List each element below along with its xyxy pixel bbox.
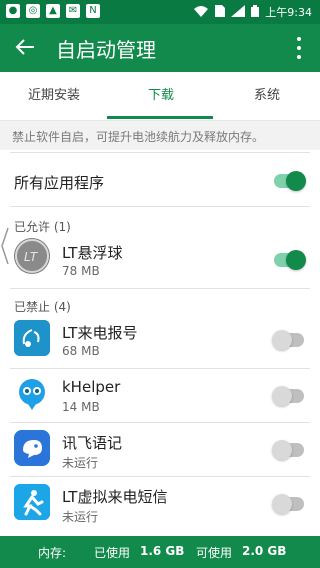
svg-text:LT: LT — [24, 250, 39, 264]
lt-float-ball-icon: LT — [14, 238, 50, 274]
overflow-menu-icon[interactable] — [296, 37, 302, 59]
divider — [10, 206, 310, 207]
divider — [10, 368, 310, 369]
app-autostart-toggle[interactable] — [272, 494, 304, 514]
all-apps-toggle[interactable] — [274, 171, 306, 191]
lt-virtual-call-icon — [14, 484, 50, 520]
tab-system[interactable]: 系统 — [254, 72, 280, 120]
memory-status-bar: 内存: 已使用 1.6 GB 可使用 2.0 GB — [0, 536, 320, 568]
sim-icon — [215, 4, 226, 20]
status-left-icons: ● ◎ ▲ ✉ N — [6, 4, 100, 18]
wifi-icon — [193, 5, 209, 20]
all-apps-label: 所有应用程序 — [14, 174, 105, 192]
app-autostart-toggle[interactable] — [274, 250, 306, 270]
iflytek-notes-icon — [14, 430, 50, 466]
app-name: LT来电报号 — [62, 324, 138, 342]
status-time: 上午9:34 — [265, 6, 312, 19]
app-name: LT悬浮球 — [62, 244, 123, 262]
app-size: 78 MB — [62, 264, 100, 278]
khelper-icon — [14, 376, 50, 412]
used-value: 1.6 GB — [140, 544, 185, 558]
available-value: 2.0 GB — [242, 544, 287, 558]
hint-text: 禁止软件自启，可提升电池续航力及释放内存。 — [12, 130, 265, 144]
tab-bar: 近期安装 下载 系统 — [0, 72, 320, 121]
tab-recent-installs[interactable]: 近期安装 — [28, 72, 80, 120]
page-title: 自启动管理 — [56, 38, 156, 62]
app-autostart-toggle[interactable] — [272, 440, 304, 460]
back-arrow-icon[interactable] — [14, 36, 36, 58]
blocked-section-header: 已禁止 (4) — [14, 300, 71, 314]
battery-icon — [251, 4, 260, 20]
status-bar: ● ◎ ▲ ✉ N 上午9:34 — [0, 0, 320, 24]
used-label: 已使用 — [94, 546, 131, 560]
divider — [10, 152, 310, 153]
allowed-section-header: 已允许 (1) — [14, 220, 71, 234]
tab-indicator — [107, 116, 213, 119]
chat-notification-icon: ✉ — [66, 4, 80, 18]
app-name: 讯飞语记 — [62, 434, 123, 452]
tab-downloads[interactable]: 下载 — [148, 72, 174, 120]
app-autostart-toggle[interactable] — [272, 330, 304, 350]
signal-icon — [231, 4, 246, 20]
divider — [10, 288, 310, 289]
app-size: 14 MB — [62, 400, 100, 414]
app-notification-icon: ▲ — [46, 4, 60, 18]
status-right: 上午9:34 — [193, 4, 312, 20]
app-status: 未运行 — [62, 510, 99, 524]
notification-icon: ● — [6, 4, 20, 18]
app-bar: 自启动管理 — [0, 24, 320, 72]
available-label: 可使用 — [196, 546, 233, 560]
memory-label: 内存: — [38, 546, 67, 560]
app-autostart-toggle[interactable] — [272, 386, 304, 406]
app-name: kHelper — [62, 378, 121, 396]
news-notification-icon: N — [86, 4, 100, 18]
app-size: 68 MB — [62, 344, 100, 358]
app-name: LT虚拟来电短信 — [62, 488, 168, 506]
app-status: 未运行 — [62, 456, 99, 470]
side-handle-icon[interactable] — [0, 226, 10, 266]
divider — [10, 422, 310, 423]
lt-caller-announce-icon — [14, 320, 50, 356]
notification-icon-2: ◎ — [26, 4, 40, 18]
divider — [10, 476, 310, 477]
